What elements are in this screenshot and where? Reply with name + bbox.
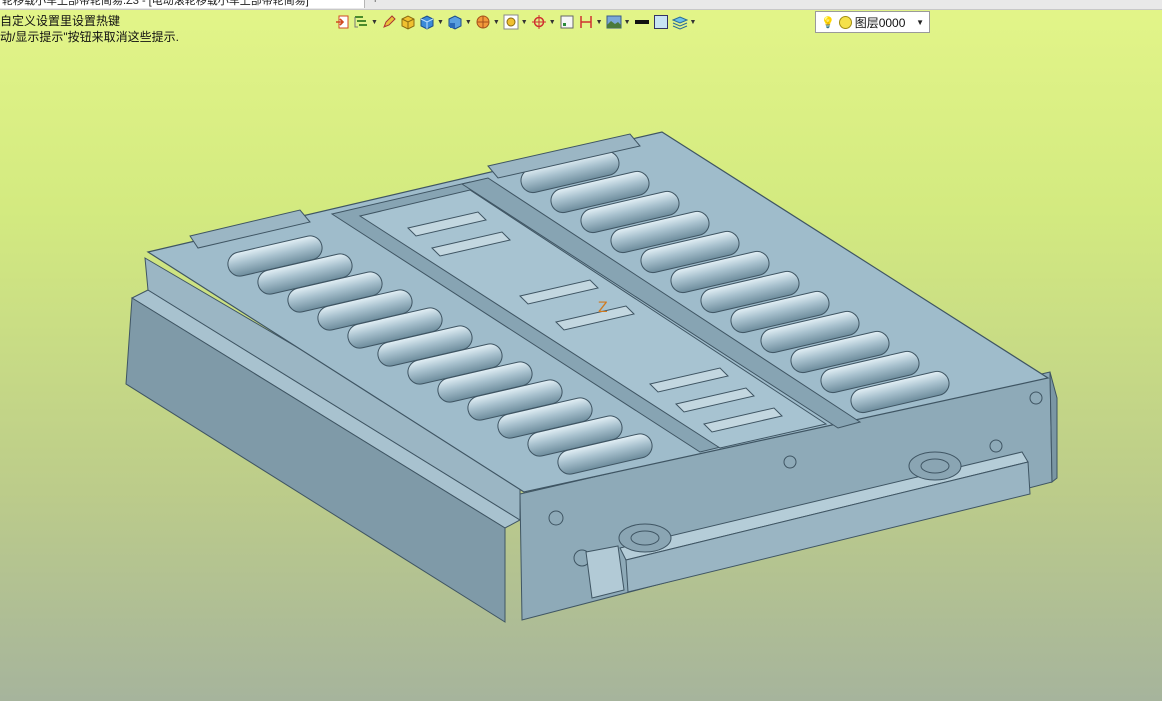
3d-viewport[interactable]: 轮移载小车上部带轮简易.Z3 - [电动滚轮移载小车上部带轮简易] + 自定义设… [0,0,1162,701]
conveyor-model[interactable]: Z [0,0,1162,701]
front-wheel-right [908,451,962,481]
coupling-block [585,545,625,599]
z-axis-label: Z [598,300,608,316]
front-wheel-left [618,523,672,553]
